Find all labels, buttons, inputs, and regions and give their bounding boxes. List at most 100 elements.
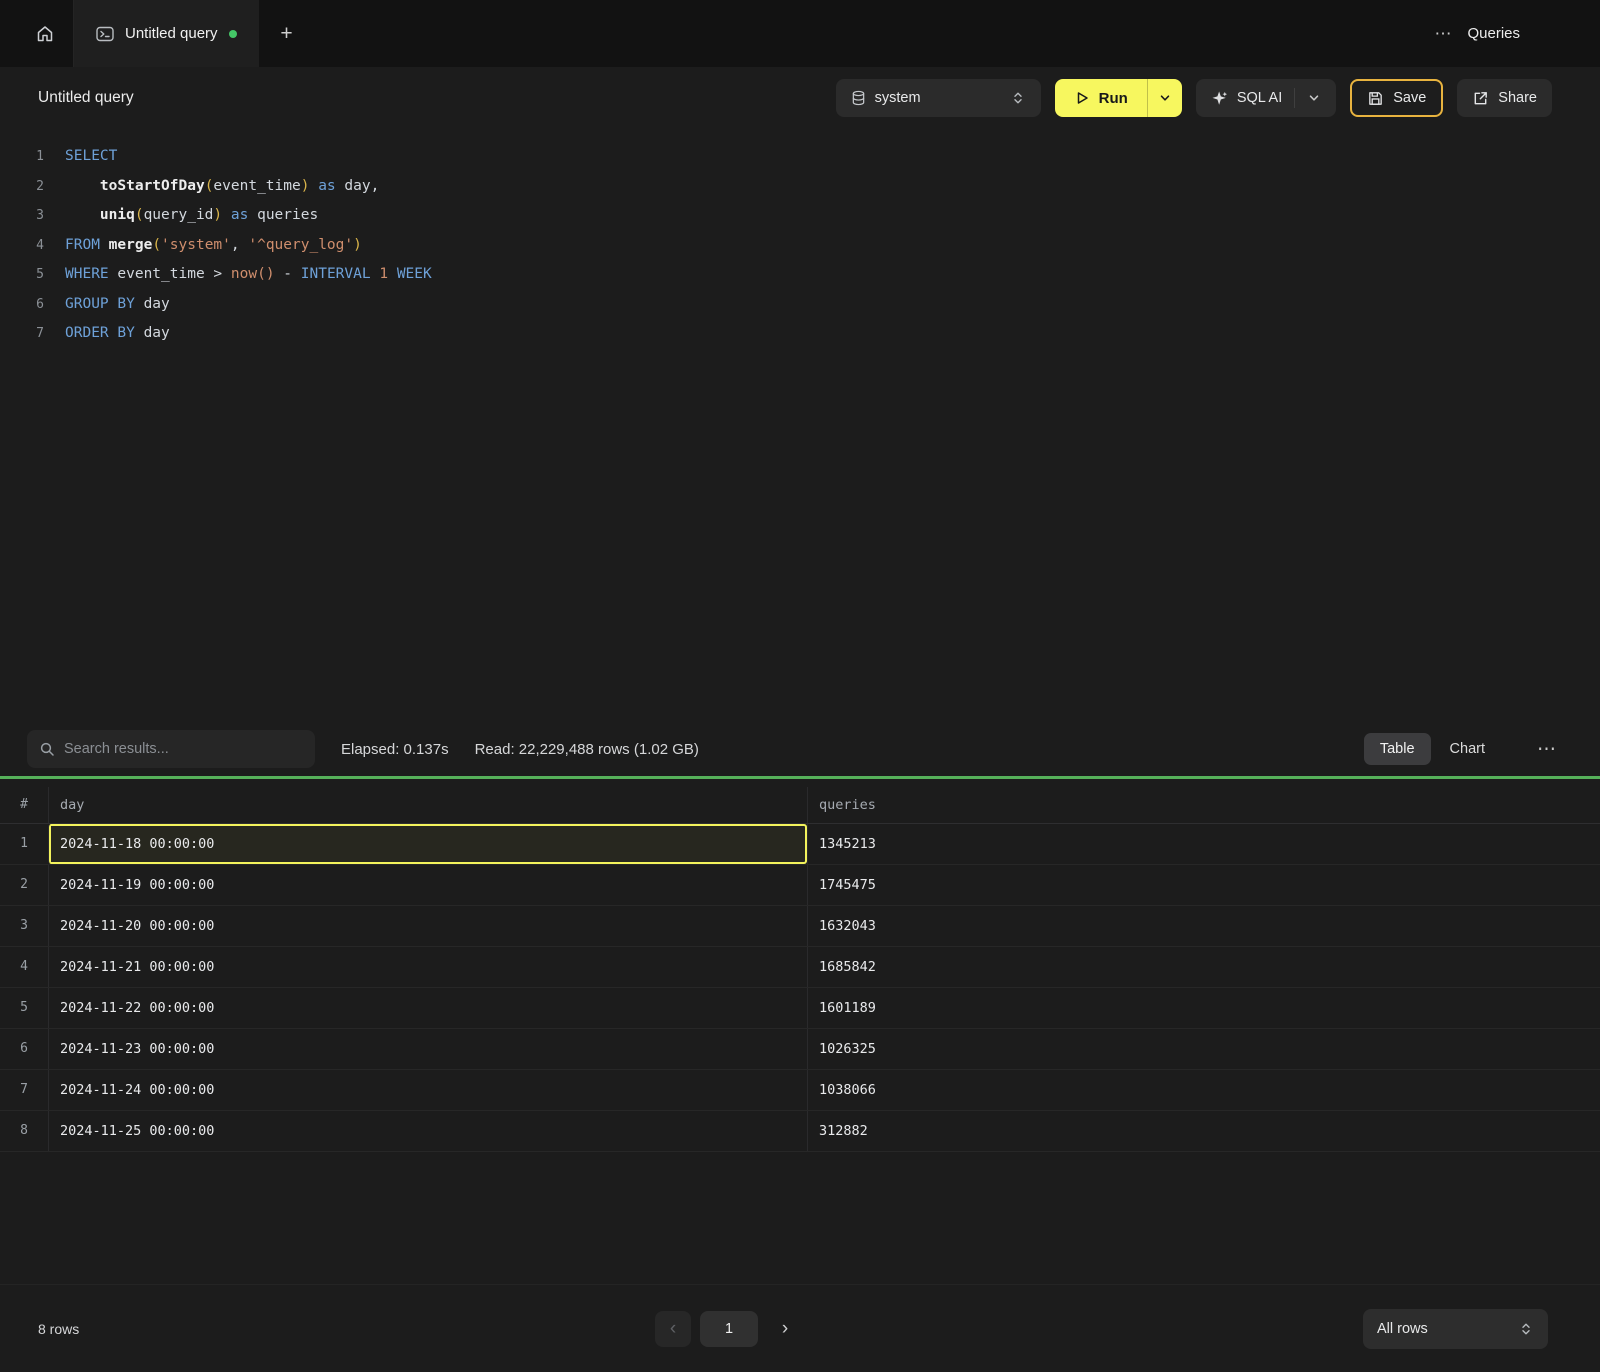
- row-number[interactable]: 3: [0, 906, 48, 946]
- home-tab[interactable]: [16, 0, 74, 67]
- results-more-button[interactable]: ⋯: [1537, 738, 1556, 761]
- row-number[interactable]: 1: [0, 824, 48, 864]
- row-number[interactable]: 2: [0, 865, 48, 905]
- page-title: Untitled query: [38, 89, 134, 107]
- search-icon: [39, 741, 55, 757]
- sql-ai-button[interactable]: SQL AI: [1196, 79, 1336, 117]
- table-cell[interactable]: 2024-11-22 00:00:00: [48, 988, 807, 1028]
- prev-page-button[interactable]: ‹: [655, 1311, 691, 1347]
- line-number: 4: [22, 231, 58, 261]
- line-number: 5: [22, 260, 58, 290]
- table-header: #dayqueries: [0, 787, 1600, 824]
- updown-chevron-icon: [1010, 90, 1026, 106]
- rows-per-page-selector[interactable]: All rows: [1363, 1309, 1548, 1349]
- code-line[interactable]: 3 uniq(query_id) as queries: [22, 201, 1600, 231]
- line-number: 7: [22, 319, 58, 349]
- elapsed-stat: Elapsed: 0.137s: [341, 741, 449, 758]
- row-number[interactable]: 6: [0, 1029, 48, 1069]
- share-label: Share: [1498, 90, 1537, 106]
- results-toolbar: Elapsed: 0.137s Read: 22,229,488 rows (1…: [0, 722, 1600, 776]
- save-button[interactable]: Save: [1350, 79, 1443, 117]
- play-icon: [1074, 90, 1090, 106]
- table-row: 12024-11-18 00:00:001345213: [0, 824, 1600, 865]
- row-number[interactable]: 5: [0, 988, 48, 1028]
- row-number[interactable]: 8: [0, 1111, 48, 1151]
- column-header-day[interactable]: day: [48, 787, 807, 823]
- code-line[interactable]: 6GROUP BY day: [22, 290, 1600, 320]
- current-page-button[interactable]: 1: [700, 1311, 758, 1347]
- code-line[interactable]: 5WHERE event_time > now() - INTERVAL 1 W…: [22, 260, 1600, 290]
- table-cell[interactable]: 1601189: [807, 988, 1600, 1028]
- code-line-content: WHERE event_time > now() - INTERVAL 1 WE…: [65, 260, 432, 290]
- chevron-down-icon: [1307, 91, 1321, 105]
- table-cell[interactable]: 1026325: [807, 1029, 1600, 1069]
- read-stat: Read: 22,229,488 rows (1.02 GB): [475, 741, 699, 758]
- table-cell[interactable]: 2024-11-19 00:00:00: [48, 865, 807, 905]
- table-cell[interactable]: 1745475: [807, 865, 1600, 905]
- updown-chevron-icon: [1518, 1321, 1534, 1337]
- table-row: 52024-11-22 00:00:001601189: [0, 988, 1600, 1029]
- query-progress-bar: [0, 776, 1600, 779]
- sql-editor[interactable]: 1SELECT2 toStartOfDay(event_time) as day…: [0, 129, 1600, 722]
- code-line[interactable]: 2 toStartOfDay(event_time) as day,: [22, 172, 1600, 202]
- table-cell[interactable]: 1345213: [807, 824, 1600, 864]
- table-cell[interactable]: 1038066: [807, 1070, 1600, 1110]
- sparkle-icon: [1211, 90, 1228, 107]
- database-selector-value: system: [875, 90, 921, 106]
- code-line-content: GROUP BY day: [65, 290, 170, 320]
- row-number[interactable]: 7: [0, 1070, 48, 1110]
- search-input[interactable]: [64, 741, 303, 757]
- pagination: ‹ 1 ›: [655, 1311, 803, 1347]
- results-search[interactable]: [27, 730, 315, 768]
- sql-ai-label: SQL AI: [1237, 90, 1282, 106]
- run-options-button[interactable]: [1147, 79, 1182, 117]
- terminal-icon: [96, 26, 114, 42]
- chevron-down-icon: [1158, 91, 1172, 105]
- table-cell[interactable]: 312882: [807, 1111, 1600, 1151]
- next-page-button[interactable]: ›: [767, 1311, 803, 1347]
- table-cell[interactable]: 2024-11-18 00:00:00: [48, 824, 807, 864]
- code-line[interactable]: 4FROM merge('system', '^query_log'): [22, 231, 1600, 261]
- code-line[interactable]: 7ORDER BY day: [22, 319, 1600, 349]
- table-row: 62024-11-23 00:00:001026325: [0, 1029, 1600, 1070]
- table-cell[interactable]: 1685842: [807, 947, 1600, 987]
- tab-untitled-query[interactable]: Untitled query: [74, 0, 259, 67]
- table-cell[interactable]: 2024-11-21 00:00:00: [48, 947, 807, 987]
- queries-link[interactable]: Queries: [1467, 25, 1520, 42]
- code-line-content: SELECT: [65, 142, 117, 172]
- line-number: 2: [22, 172, 58, 202]
- table-row: 42024-11-21 00:00:001685842: [0, 947, 1600, 988]
- table-row: 72024-11-24 00:00:001038066: [0, 1070, 1600, 1111]
- code-line-content: ORDER BY day: [65, 319, 170, 349]
- table-view-button[interactable]: Table: [1364, 733, 1431, 765]
- database-icon: [851, 90, 866, 106]
- table-row: 22024-11-19 00:00:001745475: [0, 865, 1600, 906]
- code-line[interactable]: 1SELECT: [22, 142, 1600, 172]
- code-line-content: toStartOfDay(event_time) as day,: [65, 172, 379, 202]
- chart-view-button[interactable]: Chart: [1434, 733, 1501, 765]
- run-button[interactable]: Run: [1055, 79, 1147, 117]
- code-line-content: uniq(query_id) as queries: [65, 201, 318, 231]
- table-row: 82024-11-25 00:00:00312882: [0, 1111, 1600, 1152]
- tab-bar: Untitled query + ⋯ Queries: [0, 0, 1600, 67]
- save-icon: [1367, 90, 1384, 107]
- row-count: 8 rows: [38, 1321, 79, 1337]
- row-number[interactable]: 4: [0, 947, 48, 987]
- tabs-overflow-button[interactable]: ⋯: [1434, 24, 1451, 44]
- code-lines: 1SELECT2 toStartOfDay(event_time) as day…: [22, 142, 1600, 349]
- share-icon: [1472, 90, 1489, 107]
- table-cell[interactable]: 1632043: [807, 906, 1600, 946]
- line-number: 6: [22, 290, 58, 320]
- column-header-index: #: [0, 787, 48, 823]
- table-cell[interactable]: 2024-11-20 00:00:00: [48, 906, 807, 946]
- table-cell[interactable]: 2024-11-23 00:00:00: [48, 1029, 807, 1069]
- database-selector[interactable]: system: [836, 79, 1041, 117]
- table-cell[interactable]: 2024-11-24 00:00:00: [48, 1070, 807, 1110]
- column-header-queries[interactable]: queries: [807, 787, 1600, 823]
- results-empty-area: [0, 1152, 1600, 1284]
- table-cell[interactable]: 2024-11-25 00:00:00: [48, 1111, 807, 1151]
- share-button[interactable]: Share: [1457, 79, 1552, 117]
- run-label: Run: [1099, 90, 1128, 107]
- line-number: 1: [22, 142, 58, 172]
- new-tab-button[interactable]: +: [259, 0, 315, 67]
